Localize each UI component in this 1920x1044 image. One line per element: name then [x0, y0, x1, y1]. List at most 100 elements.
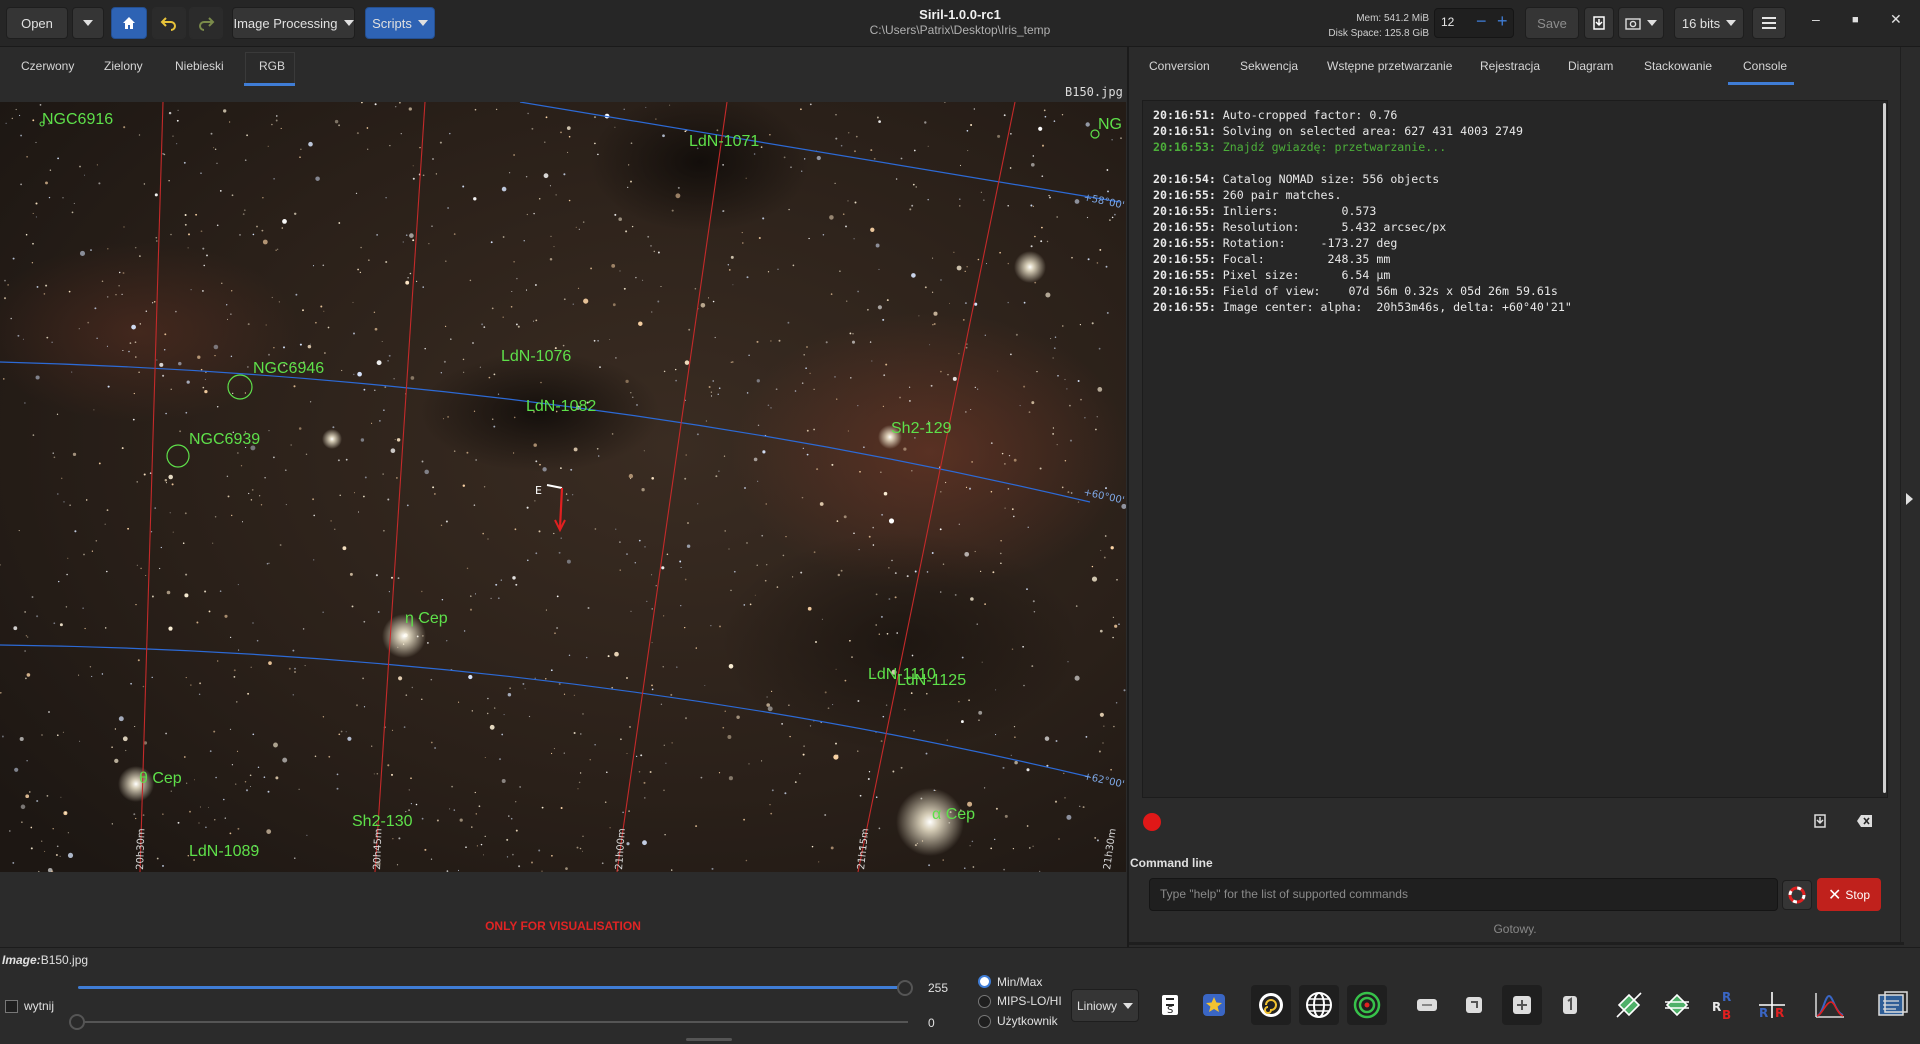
star	[53, 456, 56, 459]
minimize-button[interactable]: –	[1812, 11, 1820, 27]
star	[511, 290, 513, 293]
star	[227, 495, 230, 498]
target-tool-button[interactable]	[1347, 985, 1387, 1025]
high-threshold-handle[interactable]	[897, 980, 913, 996]
page-tool-button[interactable]	[1550, 985, 1590, 1025]
command-input[interactable]: Type "help" for the list of supported co…	[1149, 878, 1778, 911]
tab-stacking[interactable]: Stackowanie	[1644, 59, 1712, 73]
help-button[interactable]	[1782, 880, 1812, 910]
tab-plot[interactable]: Diagram	[1568, 59, 1613, 73]
star	[424, 347, 426, 350]
rotate-tool-button[interactable]	[1454, 985, 1494, 1025]
star	[1003, 114, 1006, 117]
tab-sequence[interactable]: Sekwencja	[1240, 59, 1298, 73]
star	[926, 692, 928, 695]
rgb-align-button[interactable]: RR	[1752, 985, 1792, 1025]
scripts-menu[interactable]: Scripts	[365, 7, 435, 39]
radio-minmax[interactable]	[978, 975, 991, 988]
star	[528, 715, 531, 718]
undo-button[interactable]	[152, 7, 186, 39]
star	[1118, 623, 1120, 626]
tab-registration[interactable]: Rejestracja	[1480, 59, 1540, 73]
tab-blue[interactable]: Niebieski	[175, 59, 224, 73]
crop-tool-button[interactable]	[1407, 985, 1447, 1025]
console-log[interactable]: 20:16:51: Auto-cropped factor: 0.76 20:16…	[1142, 100, 1888, 798]
snapshot-menu[interactable]	[1618, 7, 1664, 39]
maximize-button[interactable]: ■	[1852, 14, 1859, 26]
star	[684, 360, 690, 365]
star-finder-button[interactable]	[1194, 985, 1234, 1025]
image-processing-menu[interactable]: Image Processing	[232, 7, 355, 39]
plate-solve-button[interactable]	[1299, 985, 1339, 1025]
log-message: Resolution: 5.432 arcsec/px	[1215, 220, 1447, 234]
star	[95, 540, 98, 542]
low-threshold-slider[interactable]	[78, 1021, 908, 1023]
high-threshold-slider[interactable]	[78, 986, 908, 989]
radio-mips[interactable]	[978, 995, 991, 1008]
display-mode-select[interactable]: Liniowy	[1071, 989, 1139, 1022]
star	[834, 376, 836, 378]
star	[1013, 458, 1017, 462]
star	[710, 625, 712, 627]
radio-user[interactable]	[978, 1015, 991, 1028]
tab-green[interactable]: Zielony	[104, 59, 143, 73]
recent-dropdown-button[interactable]	[72, 7, 104, 39]
star	[857, 404, 859, 407]
star	[172, 531, 174, 533]
spiral-tool-button[interactable]	[1251, 985, 1291, 1025]
save-button[interactable]: Save	[1525, 7, 1579, 39]
mirror-y-button[interactable]	[1657, 985, 1697, 1025]
tab-conversion[interactable]: Conversion	[1149, 59, 1210, 73]
bright-star	[1014, 251, 1046, 283]
decrement-button[interactable]: −	[1476, 11, 1487, 32]
astronomical-image[interactable]: NGC6916 NG LdN-1071 NGC6946 LdN-1076 LdN…	[0, 102, 1126, 872]
star	[677, 186, 680, 189]
star	[446, 640, 448, 642]
star	[139, 255, 141, 257]
crop-checkbox[interactable]	[5, 1000, 18, 1013]
home-button[interactable]	[111, 7, 147, 39]
star	[293, 385, 296, 388]
bit-depth-menu[interactable]: 16 bits	[1674, 7, 1744, 39]
star	[1064, 378, 1066, 381]
star	[509, 687, 511, 689]
star	[867, 778, 870, 780]
low-threshold-value: 0	[928, 1016, 935, 1030]
close-button[interactable]: ✕	[1890, 11, 1902, 28]
clear-log-button[interactable]	[1856, 813, 1874, 832]
save-log-button[interactable]	[1812, 813, 1828, 832]
histogram-button[interactable]	[1810, 985, 1850, 1025]
resize-grip[interactable]	[686, 1038, 732, 1041]
star	[1077, 501, 1080, 503]
stop-button[interactable]: ✕ Stop	[1817, 878, 1881, 911]
star	[403, 726, 406, 728]
star	[1053, 347, 1056, 350]
star	[498, 758, 502, 761]
star	[453, 233, 456, 235]
low-threshold-handle[interactable]	[69, 1014, 85, 1030]
open-button[interactable]: Open	[6, 7, 68, 39]
star	[462, 358, 465, 361]
mirror-x-button[interactable]	[1609, 985, 1649, 1025]
tab-red[interactable]: Czerwony	[21, 59, 74, 73]
save-as-button[interactable]	[1584, 7, 1614, 39]
star	[256, 225, 258, 228]
thread-spinner[interactable]: 12 − +	[1434, 8, 1514, 38]
select-all-button[interactable]	[1502, 985, 1542, 1025]
negative-view-button[interactable]: S	[1150, 985, 1190, 1025]
increment-button[interactable]: +	[1497, 11, 1508, 32]
star	[483, 326, 486, 328]
main-menu-button[interactable]	[1752, 7, 1786, 39]
console-scrollbar[interactable]	[1883, 103, 1886, 793]
tab-preprocessing[interactable]: Wstępne przetwarzanie	[1327, 59, 1452, 73]
star	[136, 564, 138, 566]
rgb-compose-button[interactable]: RRB	[1705, 985, 1745, 1025]
star	[730, 255, 734, 259]
collapse-panel-icon[interactable]	[1906, 493, 1913, 505]
redo-button[interactable]	[189, 7, 223, 39]
image-information-button[interactable]	[1873, 985, 1913, 1025]
star	[1123, 689, 1126, 692]
tab-console[interactable]: Console	[1743, 59, 1787, 73]
pane-splitter[interactable]	[1127, 47, 1129, 947]
star	[83, 174, 86, 176]
